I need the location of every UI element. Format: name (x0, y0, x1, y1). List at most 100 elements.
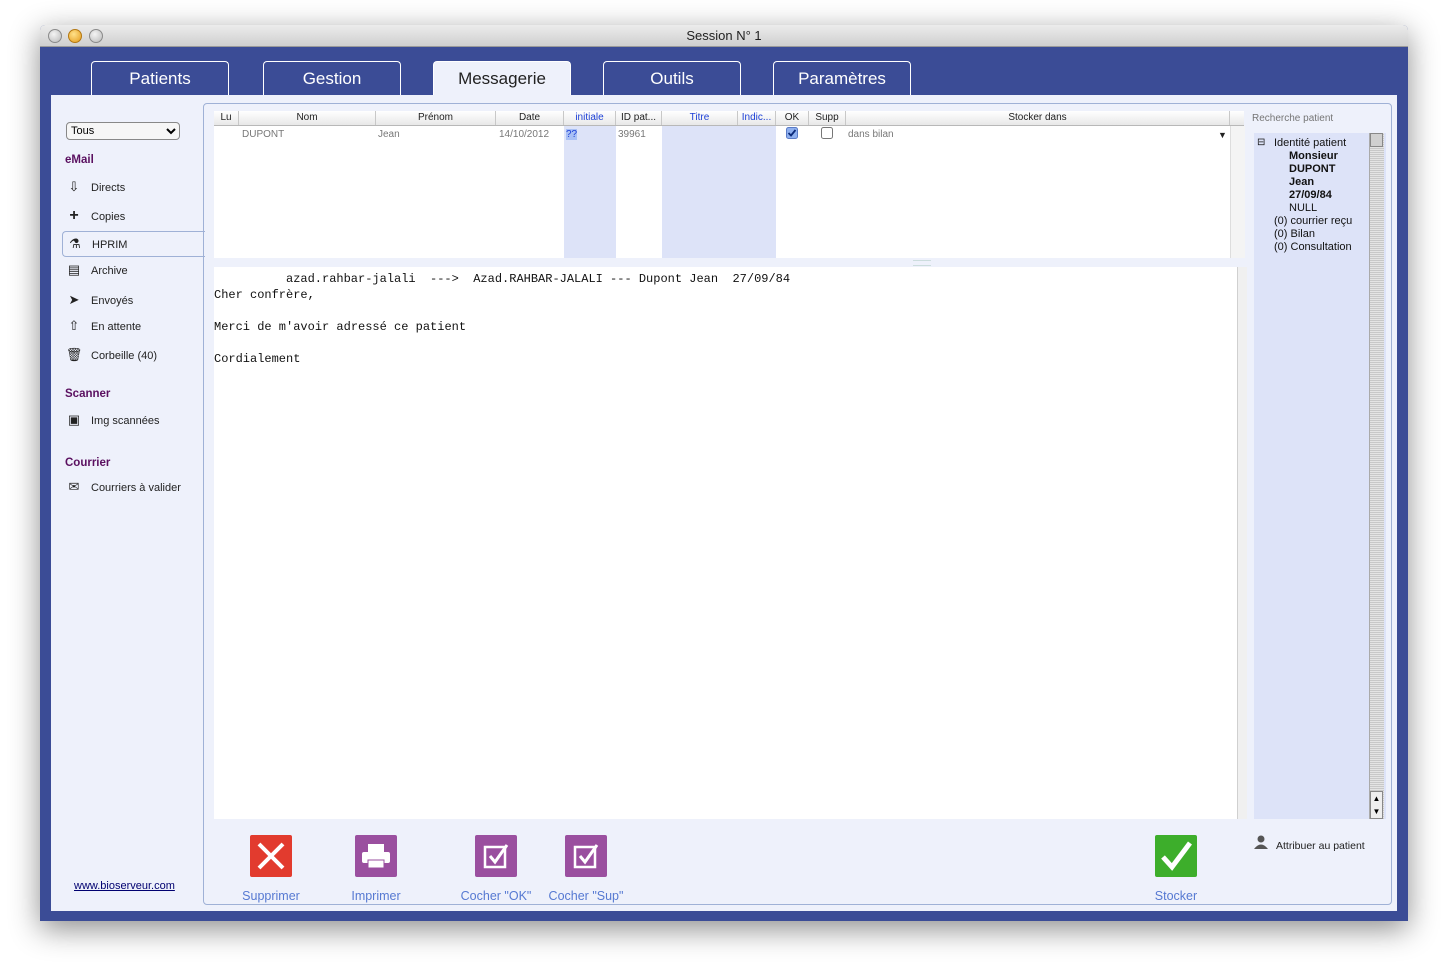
outbox-tray-icon: ⇧ (68, 318, 80, 333)
table-scrollbar[interactable] (1230, 126, 1245, 258)
print-button[interactable]: Imprimer (341, 835, 411, 903)
message-body[interactable]: azad.rahbar-jalali ---> Azad.RAHBAR-JALA… (214, 267, 1237, 819)
tab-gestion[interactable]: Gestion (263, 61, 401, 95)
sidebar-item-hprim[interactable]: ⚗ HPRIM (62, 231, 205, 257)
checkbox-ok-icon (475, 835, 517, 877)
store-button[interactable]: Stocker (1145, 835, 1207, 903)
col-date[interactable]: Date (496, 111, 564, 125)
title-bar: Session N° 1 (40, 25, 1408, 47)
trash-icon: 🗑 (65, 347, 83, 362)
patient-tree-scrollbar[interactable]: ▲ ▼ (1369, 133, 1384, 819)
sidebar: Tous eMail ⇩ Directs + Copies ⚗ HPRIM ▤ Arch… (51, 95, 205, 911)
scroll-thumb[interactable] (1370, 133, 1383, 147)
website-link[interactable]: www.bioserveur.com (74, 880, 175, 892)
sidebar-item-label: Directs (91, 182, 126, 194)
patient-firstname: Jean (1289, 176, 1315, 188)
table-header: Lu Nom Prénom Date initiale ID pat... Ti… (214, 111, 1244, 126)
sidebar-item-label: Img scannées (91, 415, 160, 427)
main-tabs: Patients Gestion Messagerie Outils Param… (40, 61, 1408, 97)
tab-patients[interactable]: Patients (91, 61, 229, 95)
app-window: Session N° 1 Patients Gestion Messagerie… (40, 25, 1408, 921)
sidebar-item-corbeille[interactable]: 🗑 Corbeille (40) (65, 346, 157, 364)
check-sup-button[interactable]: Cocher "Sup" (545, 835, 627, 903)
sidebar-item-courriers-a-valider[interactable]: ✉ Courriers à valider (65, 478, 181, 496)
sidebar-item-label: En attente (91, 321, 142, 333)
cell-id-patient: 39961 (618, 129, 646, 140)
patient-extra: NULL (1289, 202, 1318, 214)
cell-stocker-dans[interactable]: dans bilan (848, 129, 894, 140)
tab-parametres[interactable]: Paramètres (773, 61, 911, 95)
col-ok[interactable]: OK (776, 111, 809, 125)
store-label: Stocker (1154, 889, 1198, 903)
initiale-column-shade (564, 126, 616, 258)
inbox-tray-icon: ⇩ (68, 179, 80, 194)
cell-nom: DUPONT (242, 129, 285, 140)
supp-checkbox[interactable] (821, 127, 833, 142)
section-courrier: Courrier (65, 457, 111, 469)
checkbox-sup-icon (565, 835, 607, 877)
delete-button[interactable]: Supprimer (236, 835, 306, 903)
window-title: Session N° 1 (686, 28, 762, 43)
patient-civility: Monsieur (1289, 150, 1338, 162)
sidebar-item-directs[interactable]: ⇩ Directs (65, 178, 126, 196)
test-tube-icon: ⚗ (69, 236, 81, 251)
col-prenom[interactable]: Prénom (376, 111, 496, 125)
assign-patient-button[interactable]: Attribuer au patient (1254, 835, 1365, 852)
check-sup-label: Cocher "Sup" (548, 889, 624, 903)
patient-search-input[interactable] (1252, 111, 1382, 125)
col-indication[interactable]: Indic... (738, 111, 776, 125)
envelope-icon: ✉ (68, 479, 80, 494)
sidebar-item-label: Corbeille (40) (91, 350, 158, 362)
cell-prenom: Jean (378, 129, 400, 140)
patient-birthdate: 27/09/84 (1289, 189, 1332, 201)
splitter-handle[interactable] (913, 260, 931, 266)
printer-icon (355, 835, 397, 877)
ok-checkbox[interactable] (786, 127, 798, 142)
archive-cabinet-icon: ▤ (67, 262, 81, 277)
section-email: eMail (65, 154, 94, 166)
section-scanner: Scanner (65, 388, 111, 400)
cell-initiale[interactable]: ?? (566, 129, 578, 140)
user-icon (1254, 835, 1270, 852)
assign-patient-label: Attribuer au patient (1276, 840, 1365, 852)
delete-label: Supprimer (242, 889, 300, 903)
image-icon: ▣ (67, 412, 81, 427)
message-table: Lu Nom Prénom Date initiale ID pat... Ti… (214, 111, 1245, 258)
col-titre[interactable]: Titre (662, 111, 738, 125)
titre-column-shade (662, 126, 776, 258)
sidebar-item-en-attente[interactable]: ⇧ En attente (65, 317, 142, 335)
checkmark-icon (1155, 835, 1197, 877)
sidebar-item-label: Copies (91, 211, 126, 223)
tab-outils[interactable]: Outils (603, 61, 741, 95)
sidebar-item-label: Courriers à valider (91, 482, 181, 494)
plus-icon: + (69, 207, 79, 224)
message-line: Merci de m'avoir adressé ce patient (214, 320, 467, 334)
check-ok-label: Cocher "OK" (460, 889, 532, 903)
message-scrollbar[interactable] (1237, 267, 1247, 819)
col-stocker-dans[interactable]: Stocker dans (846, 111, 1230, 125)
sidebar-item-img-scannees[interactable]: ▣ Img scannées (65, 411, 160, 429)
col-lu[interactable]: Lu (214, 111, 239, 125)
message-line: Cher confrère, (214, 288, 315, 302)
message-line: Cordialement (214, 352, 301, 366)
tree-item-consultation[interactable]: (0) Consultation (1274, 241, 1352, 253)
collapse-toggle-icon[interactable]: ⊟ (1257, 137, 1265, 148)
sidebar-item-label: Archive (91, 265, 128, 277)
sidebar-item-copies[interactable]: + Copies (65, 207, 125, 225)
col-supp[interactable]: Supp (809, 111, 846, 125)
sidebar-item-label: HPRIM (92, 239, 128, 251)
sidebar-item-envoyes[interactable]: ➤ Envoyés (65, 291, 134, 309)
messagerie-panel: Tous eMail ⇩ Directs + Copies ⚗ HPRIM ▤ Arch… (51, 95, 1397, 911)
stocker-dropdown-arrow-icon[interactable]: ▼ (1218, 130, 1227, 140)
tab-messagerie[interactable]: Messagerie (433, 61, 571, 97)
tree-item-bilan[interactable]: (0) Bilan (1274, 228, 1315, 240)
col-nom[interactable]: Nom (239, 111, 376, 125)
tree-item-courrier[interactable]: (0) courrier reçu (1274, 215, 1352, 227)
col-initiale[interactable]: initiale (564, 111, 616, 125)
col-id-patient[interactable]: ID pat... (616, 111, 662, 125)
scroll-arrows-icon[interactable]: ▲ ▼ (1370, 791, 1383, 819)
sidebar-item-archive[interactable]: ▤ Archive (65, 261, 128, 279)
check-ok-button[interactable]: Cocher "OK" (455, 835, 537, 903)
filter-select[interactable]: Tous (66, 122, 180, 140)
tree-root-identity[interactable]: Identité patient (1274, 137, 1346, 149)
